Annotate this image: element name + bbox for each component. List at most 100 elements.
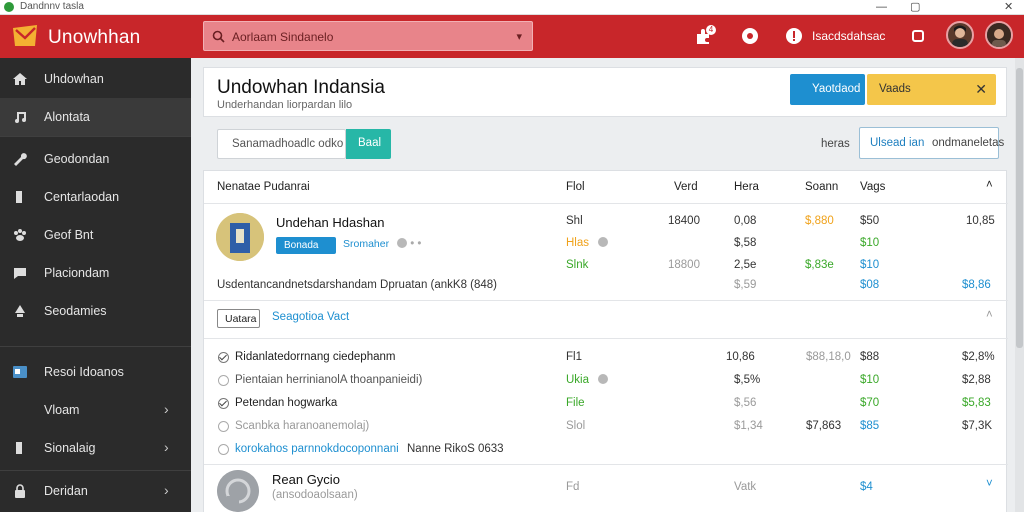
chevron-down-icon[interactable]: ▾: [516, 30, 522, 43]
column-header-file[interactable]: Flol: [566, 181, 585, 193]
header-user-label[interactable]: Isacdsdahsac: [812, 29, 885, 43]
row-text[interactable]: Petendan hogwarka: [235, 397, 337, 409]
cell-verd: 18400: [668, 215, 700, 227]
sidebar-item-content[interactable]: Centarlaodan: [0, 178, 191, 216]
row-divider: [204, 338, 1008, 339]
button-secondary-label: ondmaneletas: [932, 137, 1005, 149]
sidebar-item-label: Vloam: [44, 403, 80, 417]
status-dot-icon: [598, 237, 608, 249]
sidebar-item-view[interactable]: Vloam ›: [0, 391, 191, 429]
sidebar-item-label: Placiondam: [44, 266, 110, 280]
row-checkbox[interactable]: [218, 444, 229, 455]
outline-dropdown-button[interactable]: Ulsead ian ondmaneletas: [859, 127, 1004, 159]
button-label: Yaotdaod: [812, 83, 861, 95]
column-header-verd[interactable]: Verd: [674, 181, 698, 193]
cell-soann: $7,863: [806, 420, 842, 432]
search-input[interactable]: Aorlaam Sindanelo ▾: [203, 21, 533, 51]
item-category-chip[interactable]: Bonada: [276, 237, 336, 254]
cell-hera: $,58: [734, 237, 757, 249]
column-header-soann[interactable]: Soann: [805, 181, 838, 193]
row-checkbox[interactable]: [218, 375, 229, 386]
cell-file: Slnk: [566, 259, 589, 271]
cell-soann: $88,18,0: [806, 351, 851, 363]
sidebar-item-label: Sionalaig: [44, 441, 96, 455]
sidebar-item-label: Seodamies: [44, 304, 107, 318]
app-name: Unowhhan: [48, 27, 141, 48]
cell-file: Shl: [566, 215, 583, 227]
cell-hera: 2,5e: [734, 259, 757, 271]
cell-verd: 18800: [668, 259, 700, 271]
cell-file: Ukia: [566, 374, 590, 386]
cell-total: $2,8%: [962, 351, 995, 363]
primary-action-button[interactable]: Yaotdaod: [790, 74, 865, 105]
row-checkbox[interactable]: [218, 421, 229, 432]
cell-file: Fl1: [566, 351, 582, 363]
row-text[interactable]: Ridanlatedorrnang ciedephanm: [235, 351, 395, 363]
item-title[interactable]: Undehan Hdashan: [276, 215, 384, 230]
notification-badge: 4: [706, 25, 716, 35]
sidebar-item-tools[interactable]: Geodondan: [0, 140, 191, 178]
cell-hera: $,5%: [734, 374, 761, 386]
scrollbar-thumb[interactable]: [1016, 68, 1023, 348]
recycle-icon: [15, 305, 25, 317]
close-icon[interactable]: ✕: [975, 81, 987, 98]
button-label: Ulsead ian: [870, 137, 925, 149]
sidebar-item-signals[interactable]: Sionalaig ›: [0, 429, 191, 467]
section-tag[interactable]: Uatara: [217, 309, 260, 328]
cell-total: $2,88: [962, 374, 991, 386]
logout-icon[interactable]: [908, 26, 928, 46]
cell-hera: 10,86: [726, 351, 755, 363]
chevron-right-icon: ›: [164, 482, 169, 498]
contact-name[interactable]: Rean Gycio: [272, 472, 340, 487]
contact-avatar[interactable]: [217, 470, 259, 512]
cell-file: Slol: [566, 420, 586, 432]
page-header-card: Undowhan Indansia Underhandan liorpardan…: [203, 67, 1007, 117]
row-checkbox[interactable]: [218, 352, 229, 363]
user-avatar[interactable]: [946, 21, 974, 49]
sidebar-item-music[interactable]: Alontata: [0, 98, 191, 136]
item-thumbnail[interactable]: [216, 213, 264, 261]
sidebar-item-lock[interactable]: Deridan ›: [0, 472, 191, 510]
more-dots-icon[interactable]: • •: [397, 238, 421, 250]
chevron-up-icon[interactable]: ˄: [986, 309, 993, 321]
row-link-text[interactable]: korokahos parnnokdocoponnani: [235, 443, 399, 455]
chevron-up-icon[interactable]: ˄: [986, 179, 993, 191]
row-checkbox[interactable]: [218, 398, 229, 409]
info-icon[interactable]: [784, 26, 804, 46]
column-header-hera[interactable]: Hera: [734, 181, 759, 193]
warning-banner-button[interactable]: Vaads ✕: [867, 74, 996, 105]
minimize-button[interactable]: —: [876, 0, 887, 14]
paw-icon: [14, 229, 26, 241]
filter-input[interactable]: Sanamadhoadlc odko: [217, 129, 346, 159]
cell-soann: $,83e: [805, 259, 834, 271]
close-window-button[interactable]: ✕: [1004, 0, 1013, 14]
sidebar-item-home[interactable]: Uhdowhan: [0, 60, 191, 98]
sidebar-item-pets[interactable]: Geof Bnt: [0, 216, 191, 254]
column-header-vags[interactable]: Vags: [860, 181, 885, 193]
cell-hera: $,59: [734, 279, 757, 291]
column-header-name[interactable]: Nenatae Pudanrai: [217, 181, 310, 193]
row-text[interactable]: Pientaian herrinianolA thoanpanieidi): [235, 374, 422, 386]
music-icon: [15, 112, 26, 123]
sidebar-item-label: Resoi Idoanos: [44, 365, 124, 379]
home-icon: [13, 73, 27, 85]
restore-button[interactable]: ▢: [910, 0, 920, 14]
cell-vags: $70: [860, 397, 880, 409]
wrench-icon: [14, 153, 27, 166]
sidebar-item-label: Uhdowhan: [44, 72, 104, 86]
settings-icon[interactable]: [740, 26, 760, 46]
status-dot-icon: [598, 374, 608, 386]
bookmark-icon: [16, 442, 22, 454]
chevron-down-icon[interactable]: ˅: [986, 478, 993, 490]
sidebar-item-resources[interactable]: Resoi Idoanos: [0, 353, 191, 391]
sidebar-item-label: Geof Bnt: [44, 228, 94, 242]
secondary-avatar[interactable]: [985, 21, 1013, 49]
section-label[interactable]: Seagotioa Vact: [272, 311, 349, 323]
row-text[interactable]: Scanbka haranoanemolaj): [235, 420, 369, 432]
cell-total: $7,3K: [962, 420, 993, 432]
sidebar-item-messages[interactable]: Placiondam: [0, 254, 191, 292]
filter-button[interactable]: Baal: [346, 129, 391, 159]
chat-icon: [14, 268, 26, 279]
sidebar-item-recycle[interactable]: Seodamies: [0, 292, 191, 330]
page-scrollbar[interactable]: [1015, 58, 1024, 512]
